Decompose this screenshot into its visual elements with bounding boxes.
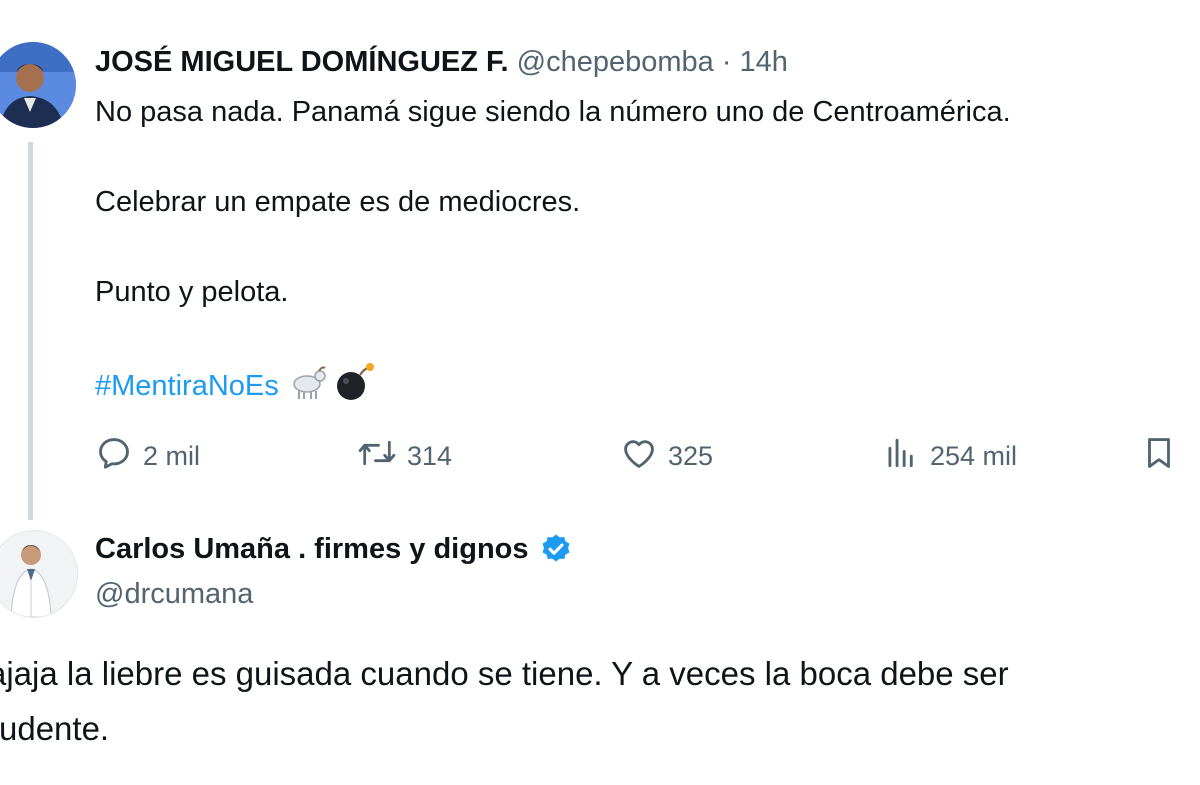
repost-button[interactable]: 314 xyxy=(357,434,452,478)
repost-icon xyxy=(357,434,407,479)
like-count: 325 xyxy=(668,440,714,471)
reply-icon xyxy=(95,434,143,479)
reply-count: 2 mil xyxy=(143,440,201,471)
hashtag-row: #MentiraNoEs xyxy=(95,362,375,410)
views-icon xyxy=(882,434,930,479)
bookmark-icon xyxy=(1140,434,1188,479)
bomb-emoji xyxy=(333,362,375,410)
tweet-text-line: No pasa nada. Panamá sigue siendo la núm… xyxy=(95,96,1011,128)
author-handle[interactable]: @drcumana xyxy=(95,578,253,611)
tweet-actions: 2 mil 314 325 254 mil xyxy=(95,434,1185,478)
like-button[interactable]: 325 xyxy=(620,434,713,478)
reply-button[interactable]: 2 mil xyxy=(95,434,200,478)
views-count: 254 mil xyxy=(930,440,1018,471)
repost-count: 314 xyxy=(407,440,453,471)
verified-badge-icon xyxy=(539,532,573,566)
avatar[interactable] xyxy=(0,42,76,128)
avatar[interactable] xyxy=(0,530,78,618)
goat-emoji xyxy=(289,364,329,408)
tweet-text-line: Celebrar un empate es de mediocres. xyxy=(95,186,581,218)
author-name[interactable]: JOSÉ MIGUEL DOMÍNGUEZ F. xyxy=(95,46,509,78)
tweet-header: JOSÉ MIGUEL DOMÍNGUEZ F. @chepebomba · 1… xyxy=(95,46,788,79)
tweet-header: Carlos Umaña . firmes y dignos xyxy=(95,532,573,566)
tweet-text-line: rudente. xyxy=(0,710,110,747)
author-name[interactable]: Carlos Umaña . firmes y dignos xyxy=(95,533,529,566)
thread-line xyxy=(28,142,33,520)
author-handle-time[interactable]: @chepebomba · 14h xyxy=(517,46,788,78)
bookmark-button[interactable] xyxy=(1140,434,1188,478)
heart-icon xyxy=(620,434,668,479)
tweet-text-line: Punto y pelota. xyxy=(95,276,289,308)
tweet-text-line: ajaja la liebre es guisada cuando se tie… xyxy=(0,655,1009,692)
views-button[interactable]: 254 mil xyxy=(882,434,1017,478)
hashtag-link[interactable]: #MentiraNoEs xyxy=(95,370,279,403)
